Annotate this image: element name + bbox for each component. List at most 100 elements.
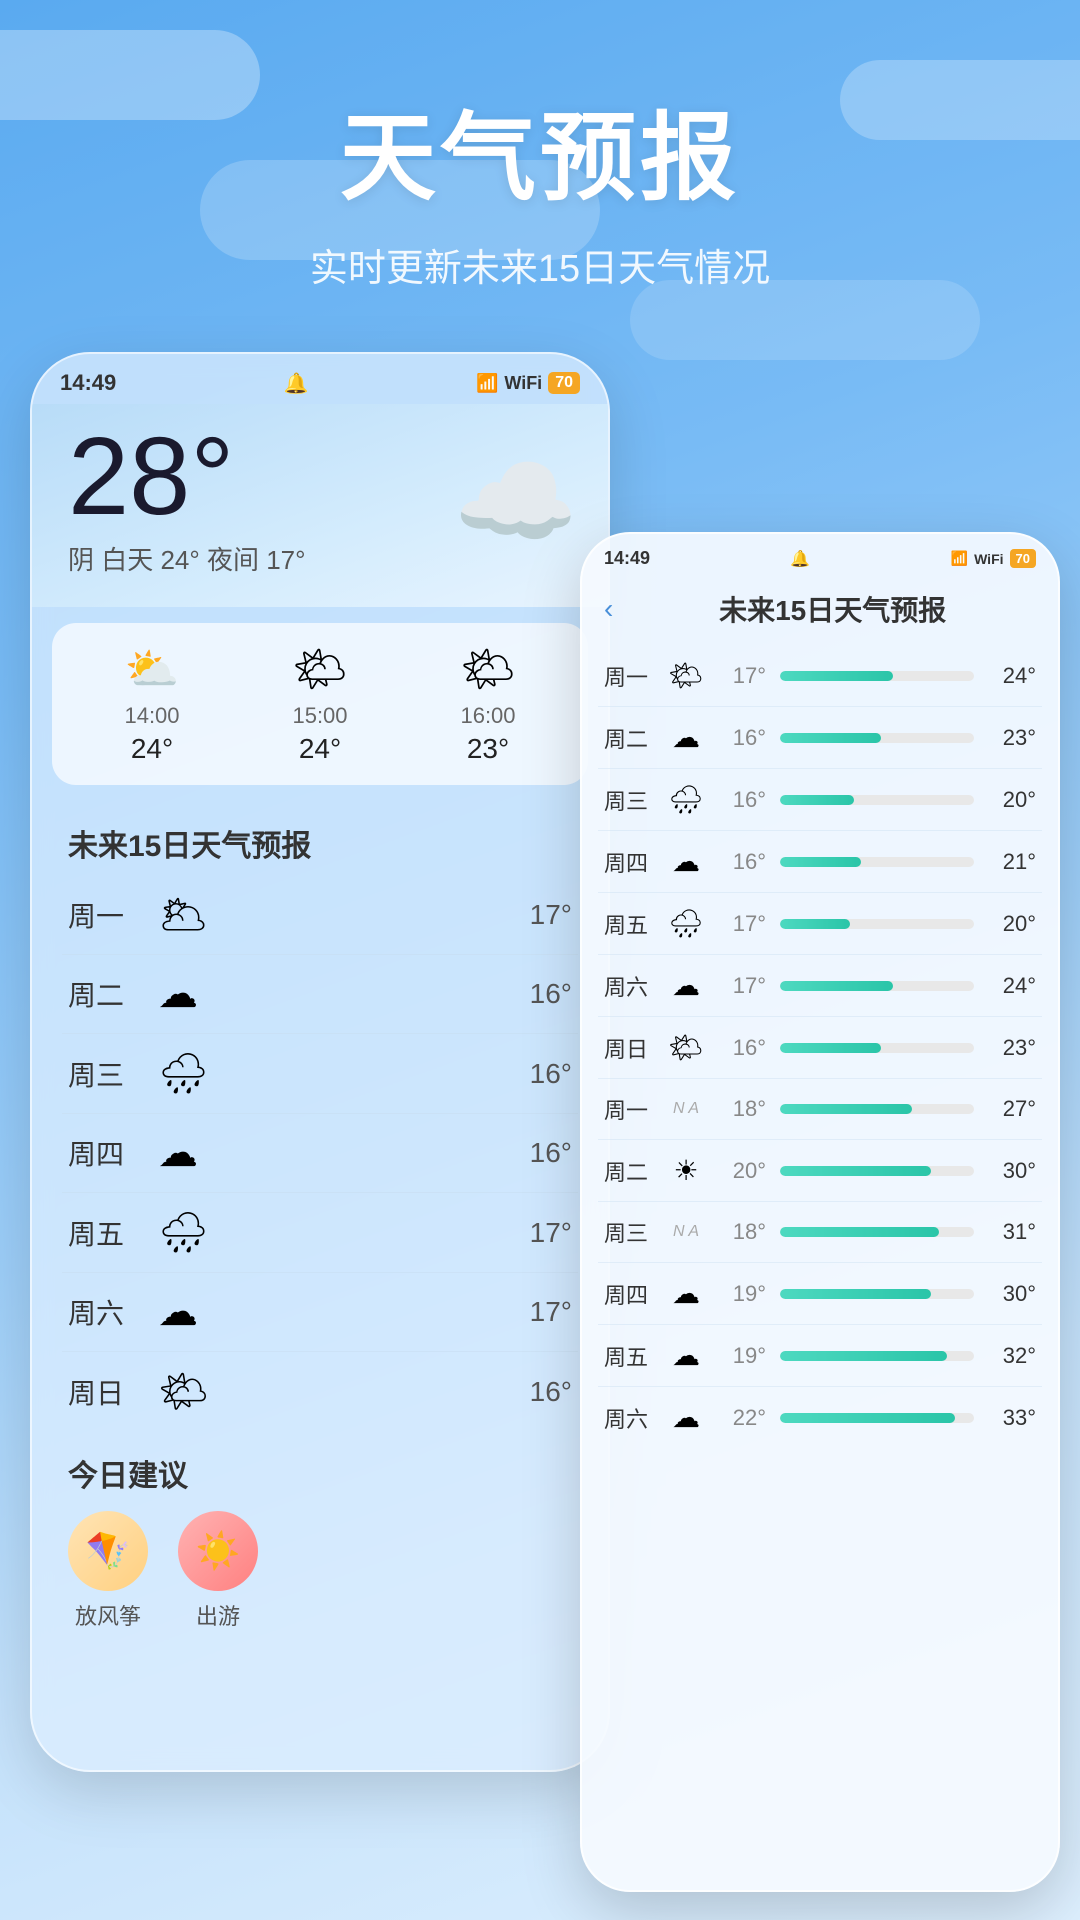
right-daily-icon-12: ☁ [668,1401,704,1434]
right-day-10: 周四 [604,1278,654,1310]
bg-cloud-4 [630,280,980,360]
right-bar-fill-10 [780,1289,931,1299]
right-high-0: 24° [988,663,1036,689]
right-daily-row-4: 周五 🌧 17° 20° [582,893,1058,955]
right-status-icons: 📶 WiFi 70 [951,549,1036,568]
right-bar-fill-0 [780,671,893,681]
left-daily-row-2: 周三 🌧 16° [32,1034,608,1113]
right-daily-row-7: 周一 N A 18° 27° [582,1079,1058,1140]
right-daily-icon-8: ☀ [668,1154,704,1187]
right-daily-icon-0: 🌤 [668,659,704,692]
right-daily-icon-10: ☁ [668,1277,704,1310]
left-daily-temp-5: 17° [530,1296,572,1328]
left-day-6: 周日 [68,1372,138,1412]
hourly-temp-0: 24° [68,733,236,765]
suggestion-sun: ☀️ 出游 [178,1511,258,1631]
back-button[interactable]: ‹ [604,593,613,625]
right-high-3: 21° [988,849,1036,875]
left-daily-icon-2: 🌧 [158,1050,209,1097]
right-low-9: 18° [718,1219,766,1245]
right-bar-fill-6 [780,1043,881,1053]
right-bar-8 [780,1166,974,1176]
left-daily-row-1: 周二 ☁ 16° [32,955,608,1033]
right-bar-1 [780,733,974,743]
right-day-3: 周四 [604,846,654,878]
hourly-icon-0: ⛅ [68,643,236,695]
left-daily-icon-1: ☁ [158,971,198,1017]
right-low-11: 19° [718,1343,766,1369]
left-daily-row-6: 周日 🌤 16° [32,1352,608,1431]
right-daily-row-11: 周五 ☁ 19° 32° [582,1325,1058,1387]
right-bar-4 [780,919,974,929]
left-daily-temp-6: 16° [530,1376,572,1408]
right-daily-icon-11: ☁ [668,1339,704,1372]
left-time: 14:49 [60,370,116,396]
kite-icon-circle: 🪁 [68,1511,148,1591]
right-day-6: 周日 [604,1032,654,1064]
left-battery: 70 [548,372,580,394]
left-day-3: 周四 [68,1133,138,1173]
right-day-7: 周一 [604,1093,654,1125]
right-daily-icon-5: ☁ [668,969,704,1002]
sun-icon-circle: ☀️ [178,1511,258,1591]
left-alert-icon: 🔔 [284,371,309,396]
right-day-0: 周一 [604,660,654,692]
right-daily-row-5: 周六 ☁ 17° 24° [582,955,1058,1017]
kite-label: 放风筝 [75,1599,141,1631]
right-high-4: 20° [988,911,1036,937]
hourly-temp-1: 24° [236,733,404,765]
left-daily-icon-0: 🌥 [158,891,209,938]
right-phone: 14:49 🔔 📶 WiFi 70 ‹ 未来15日天气预报 周一 🌤 17° 2… [580,532,1060,1892]
right-bar-12 [780,1413,974,1423]
suggestion-icons: 🪁 放风筝 ☀️ 出游 [32,1511,608,1651]
right-signal-icon: 📶 [951,550,968,567]
left-daily-temp-2: 16° [530,1058,572,1090]
left-daily-temp-3: 16° [530,1137,572,1169]
left-daily-row-3: 周四 ☁ 16° [32,1114,608,1192]
right-daily-row-0: 周一 🌤 17° 24° [582,645,1058,707]
app-subtitle: 实时更新未来15日天气情况 [0,237,1080,292]
left-signal-icon: 📶 [476,373,498,394]
right-low-8: 20° [718,1158,766,1184]
left-status-bar: 14:49 🔔 📶 WiFi 70 [32,354,608,404]
left-day-2: 周三 [68,1054,138,1094]
right-bar-fill-7 [780,1104,912,1114]
right-bar-10 [780,1289,974,1299]
left-daily-row-5: 周六 ☁ 17° [32,1273,608,1351]
right-na-9: N A [668,1223,704,1241]
right-bar-9 [780,1227,974,1237]
right-bar-0 [780,671,974,681]
right-daily-row-2: 周三 🌧 16° 20° [582,769,1058,831]
hourly-time-0: 14:00 [68,703,236,729]
right-low-5: 17° [718,973,766,999]
left-daily-list: 周一 🌥 17° 周二 ☁ 16° 周三 🌧 16° 周四 ☁ 16° 周五 🌧… [32,875,608,1431]
right-daily-row-1: 周二 ☁ 16° 23° [582,707,1058,769]
right-daily-icon-4: 🌧 [668,907,704,940]
header: 天气预报 实时更新未来15日天气情况 [0,0,1080,292]
hourly-item-0: ⛅ 14:00 24° [68,643,236,765]
right-daily-icon-2: 🌧 [668,783,704,816]
right-high-7: 27° [988,1096,1036,1122]
hourly-time-2: 16:00 [404,703,572,729]
right-daily-list: 周一 🌤 17° 24° 周二 ☁ 16° 23° 周三 🌧 16° [582,645,1058,1448]
right-low-7: 18° [718,1096,766,1122]
right-low-12: 22° [718,1405,766,1431]
left-forecast-title: 未来15日天气预报 [32,801,608,875]
left-weather-top: 28° 阴 白天 24° 夜间 17° ☁️ [32,404,608,607]
right-high-10: 30° [988,1281,1036,1307]
left-daily-icon-4: 🌧 [158,1209,209,1256]
right-bar-fill-3 [780,857,861,867]
hourly-item-1: 🌤 15:00 24° [236,643,404,765]
right-bar-fill-8 [780,1166,931,1176]
right-bar-fill-5 [780,981,893,991]
hourly-icon-2: 🌤 [404,643,572,695]
right-daily-row-8: 周二 ☀ 20° 30° [582,1140,1058,1202]
right-bar-fill-11 [780,1351,947,1361]
right-daily-icon-6: 🌤 [668,1031,704,1064]
left-daily-temp-1: 16° [530,978,572,1010]
left-daily-icon-5: ☁ [158,1289,198,1335]
right-high-8: 30° [988,1158,1036,1184]
right-low-10: 19° [718,1281,766,1307]
left-daily-icon-6: 🌤 [158,1368,209,1415]
right-daily-row-6: 周日 🌤 16° 23° [582,1017,1058,1079]
